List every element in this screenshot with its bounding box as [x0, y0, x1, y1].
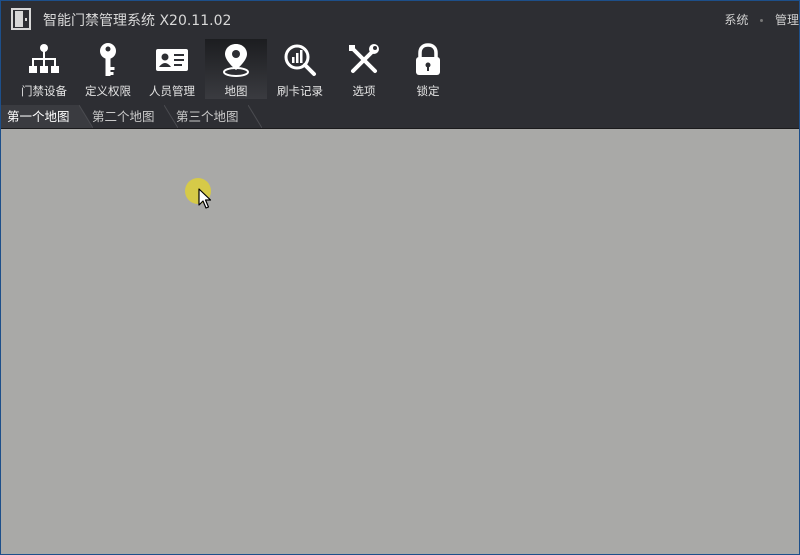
lock-icon [416, 43, 440, 75]
tab-map-3-label: 第三个地图 [176, 109, 239, 124]
toolbar-device-button[interactable]: 门禁设备 [13, 39, 75, 99]
map-pin-icon [223, 44, 249, 77]
app-window: 智能门禁管理系统 X20.11.02 系统 管理 门禁设备 定义权限 人员管理 … [0, 0, 800, 555]
tab-map-2-label: 第二个地图 [92, 109, 155, 124]
window-title: 智能门禁管理系统 X20.11.02 [43, 13, 232, 29]
toolbar-map-button[interactable]: 地图 [205, 39, 267, 99]
menu-manage[interactable]: 管理 [775, 11, 799, 28]
toolbar-permission-label: 定义权限 [85, 84, 131, 98]
toolbar-map-label: 地图 [224, 84, 248, 98]
toolbar-permission-button[interactable]: 定义权限 [77, 39, 139, 99]
main-toolbar: 门禁设备 定义权限 人员管理 地图 刷卡记录 选项 锁定 [1, 37, 799, 101]
tools-icon [349, 44, 379, 73]
toolbar-options-button[interactable]: 选项 [333, 39, 395, 99]
tab-map-1-label: 第一个地图 [7, 109, 70, 124]
door-icon [11, 8, 31, 30]
menu-system[interactable]: 系统 [724, 11, 748, 28]
search-chart-icon [284, 44, 316, 76]
key-icon [100, 43, 116, 76]
toolbar-device-label: 门禁设备 [21, 84, 67, 98]
toolbar-lock-label: 锁定 [416, 84, 440, 98]
mouse-pointer-icon [198, 188, 212, 209]
device-tree-icon [29, 44, 59, 73]
tab-map-3[interactable]: 第三个地图 [170, 105, 262, 128]
toolbar-personnel-button[interactable]: 人员管理 [141, 39, 203, 99]
map-canvas[interactable] [1, 129, 799, 554]
tab-map-2[interactable]: 第二个地图 [86, 105, 178, 128]
toolbar-options-label: 选项 [352, 84, 376, 98]
toolbar-records-label: 刷卡记录 [277, 84, 323, 98]
toolbar-lock-button[interactable]: 锁定 [397, 39, 459, 99]
title-bar: 智能门禁管理系统 X20.11.02 系统 管理 [1, 1, 799, 37]
id-card-icon [156, 49, 188, 71]
tab-map-1[interactable]: 第一个地图 [1, 105, 93, 128]
top-menu: 系统 管理 [716, 11, 799, 28]
toolbar-personnel-label: 人员管理 [149, 84, 195, 98]
toolbar-records-button[interactable]: 刷卡记录 [269, 39, 331, 99]
map-tab-bar: 第一个地图 第二个地图 第三个地图 [1, 101, 799, 129]
menu-separator [760, 19, 764, 22]
tab-separator [248, 105, 262, 128]
